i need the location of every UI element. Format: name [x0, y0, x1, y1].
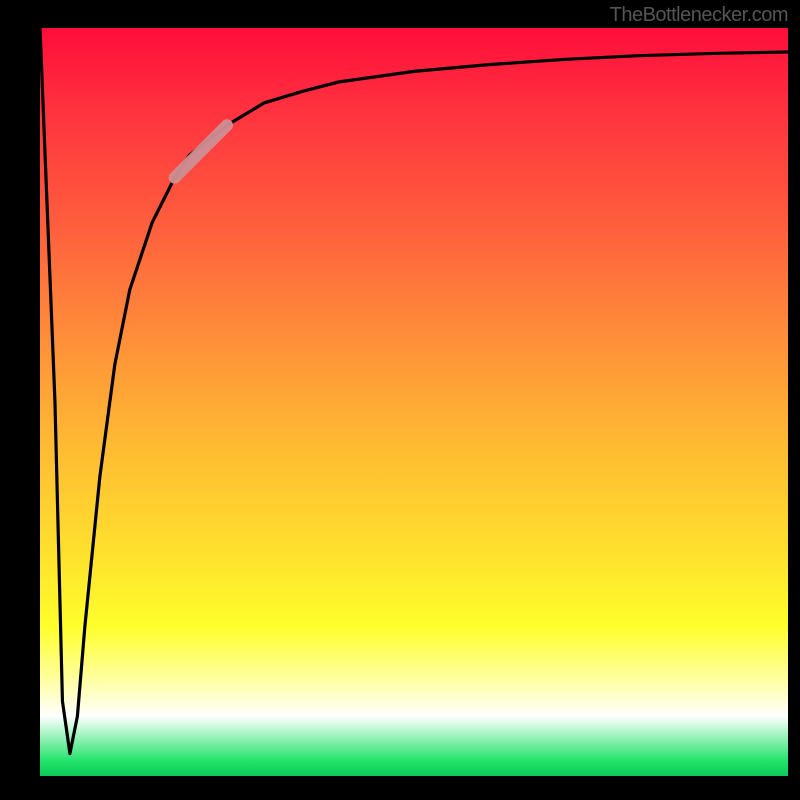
bottleneck-curve — [40, 28, 788, 754]
plot-area — [40, 28, 788, 776]
curve-svg — [40, 28, 788, 776]
chart-container: TheBottlenecker.com — [0, 0, 800, 800]
curve-highlight-segment — [175, 125, 227, 177]
attribution-label: TheBottlenecker.com — [610, 4, 788, 27]
